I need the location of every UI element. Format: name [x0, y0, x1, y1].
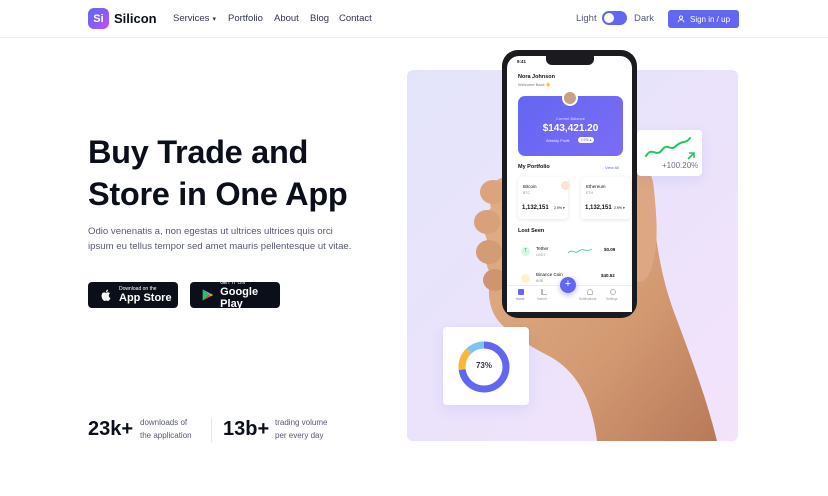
gear-icon[interactable] [610, 289, 616, 295]
growth-percentage: +100.20% [662, 161, 699, 170]
weekly-profit-label: Weekly Profit [546, 138, 570, 143]
asset-symbol: BTC [523, 191, 530, 195]
nav-item-services[interactable]: Services ▾ [173, 13, 216, 24]
add-button[interactable]: + [560, 277, 576, 293]
brand-logo-mark[interactable]: Si [88, 8, 109, 29]
signin-button[interactable]: Sign in / up [668, 10, 739, 28]
hero-title-line: Buy Trade and [88, 134, 309, 170]
asset-value: 1,132,151 [585, 205, 612, 211]
nav-item-contact[interactable]: Contact [339, 13, 372, 24]
user-icon [677, 15, 685, 23]
stat-downloads-label: downloads of the application [140, 416, 220, 442]
home-icon[interactable] [518, 289, 524, 295]
binance-icon [521, 274, 530, 283]
google-play-text: GET IT ON Google Play [220, 280, 280, 310]
hero-title: Buy Trade and Store in One App [88, 131, 398, 215]
stat-label-line: per every day [275, 431, 324, 440]
asset-change: 2.9% ▾ [614, 206, 625, 210]
hero-description: Odio venenatis a, non egestas ut ultrice… [88, 226, 352, 252]
bitcoin-icon [561, 181, 570, 190]
theme-light-label: Light [576, 13, 597, 24]
avatar [562, 90, 578, 106]
asset-name: Bitcoin [523, 184, 537, 189]
stat-divider [211, 418, 212, 442]
stat-volume-value: 13b+ [223, 418, 270, 440]
tab-market[interactable]: Market [537, 297, 547, 301]
google-play-big-label: Google Play [220, 286, 259, 310]
row-name: Binance Coin [536, 272, 563, 277]
nav-item-portfolio[interactable]: Portfolio [228, 13, 263, 24]
stat-label-line: the application [140, 431, 192, 440]
nav-item-about[interactable]: About [274, 13, 299, 24]
brand-name[interactable]: Silicon [114, 11, 157, 26]
asset-value: 1,132,151 [522, 205, 549, 211]
tab-home[interactable]: Home [516, 297, 525, 301]
asset-name: Ethereum [586, 184, 606, 189]
bell-icon[interactable] [587, 289, 593, 295]
asset-symbol: ETH [586, 191, 593, 195]
stat-label-line: trading volume [275, 418, 328, 427]
theme-toggle-knob [604, 13, 614, 23]
row-value: $40.52 [601, 273, 615, 278]
hero-title-line: Store in One App [88, 176, 348, 212]
app-store-big-label: App Store [119, 292, 172, 304]
google-play-button[interactable]: GET IT ON Google Play [190, 280, 280, 310]
tab-settings[interactable]: Settings [606, 297, 618, 301]
tab-notifications[interactable]: Notifications [579, 297, 596, 301]
tether-sparkline [567, 248, 593, 254]
phone-user-name: Nora Johnson [518, 74, 555, 80]
donut-percentage: 73% [475, 361, 492, 370]
theme-dark-label: Dark [634, 13, 655, 24]
last-seen-title: Lost Seen [518, 228, 545, 234]
row-name: Tether [536, 246, 549, 251]
phone-notch [546, 56, 594, 65]
portfolio-title: My Portfolio [518, 164, 550, 170]
app-store-text: Download on the App Store [119, 286, 172, 304]
row-value: $0.09 [604, 247, 616, 252]
nav-item-label: Services [173, 13, 210, 24]
phone-time: 9:41 [517, 59, 527, 64]
apple-icon [101, 289, 111, 301]
stat-downloads-value: 23k+ [88, 418, 134, 440]
asset-change: 2.9% ▾ [554, 206, 565, 210]
view-all-link[interactable]: View All [605, 165, 619, 170]
google-play-icon [202, 289, 213, 301]
balance-value: $143,421.20 [542, 123, 599, 134]
weekly-profit-badge: 2.9% ▴ [578, 137, 594, 143]
row-symbol: BNB [536, 279, 544, 283]
chevron-down-icon: ▾ [212, 16, 216, 23]
balance-label: Current Balance [556, 116, 585, 121]
phone-welcome: Welcome Back 👋 [518, 82, 551, 87]
stat-volume-label: trading volume per every day [275, 416, 355, 442]
signin-label: Sign in / up [689, 14, 731, 24]
app-store-button[interactable]: Download on the App Store [88, 282, 178, 308]
arrow-up-right-icon [687, 152, 695, 160]
row-symbol: USDT [536, 253, 546, 257]
nav-item-blog[interactable]: Blog [310, 13, 329, 24]
market-icon[interactable] [541, 289, 547, 295]
tether-icon: T [521, 247, 530, 256]
navbar: Si Silicon Services ▾ Portfolio About Blo… [0, 0, 828, 38]
stat-label-line: downloads of [140, 418, 188, 427]
